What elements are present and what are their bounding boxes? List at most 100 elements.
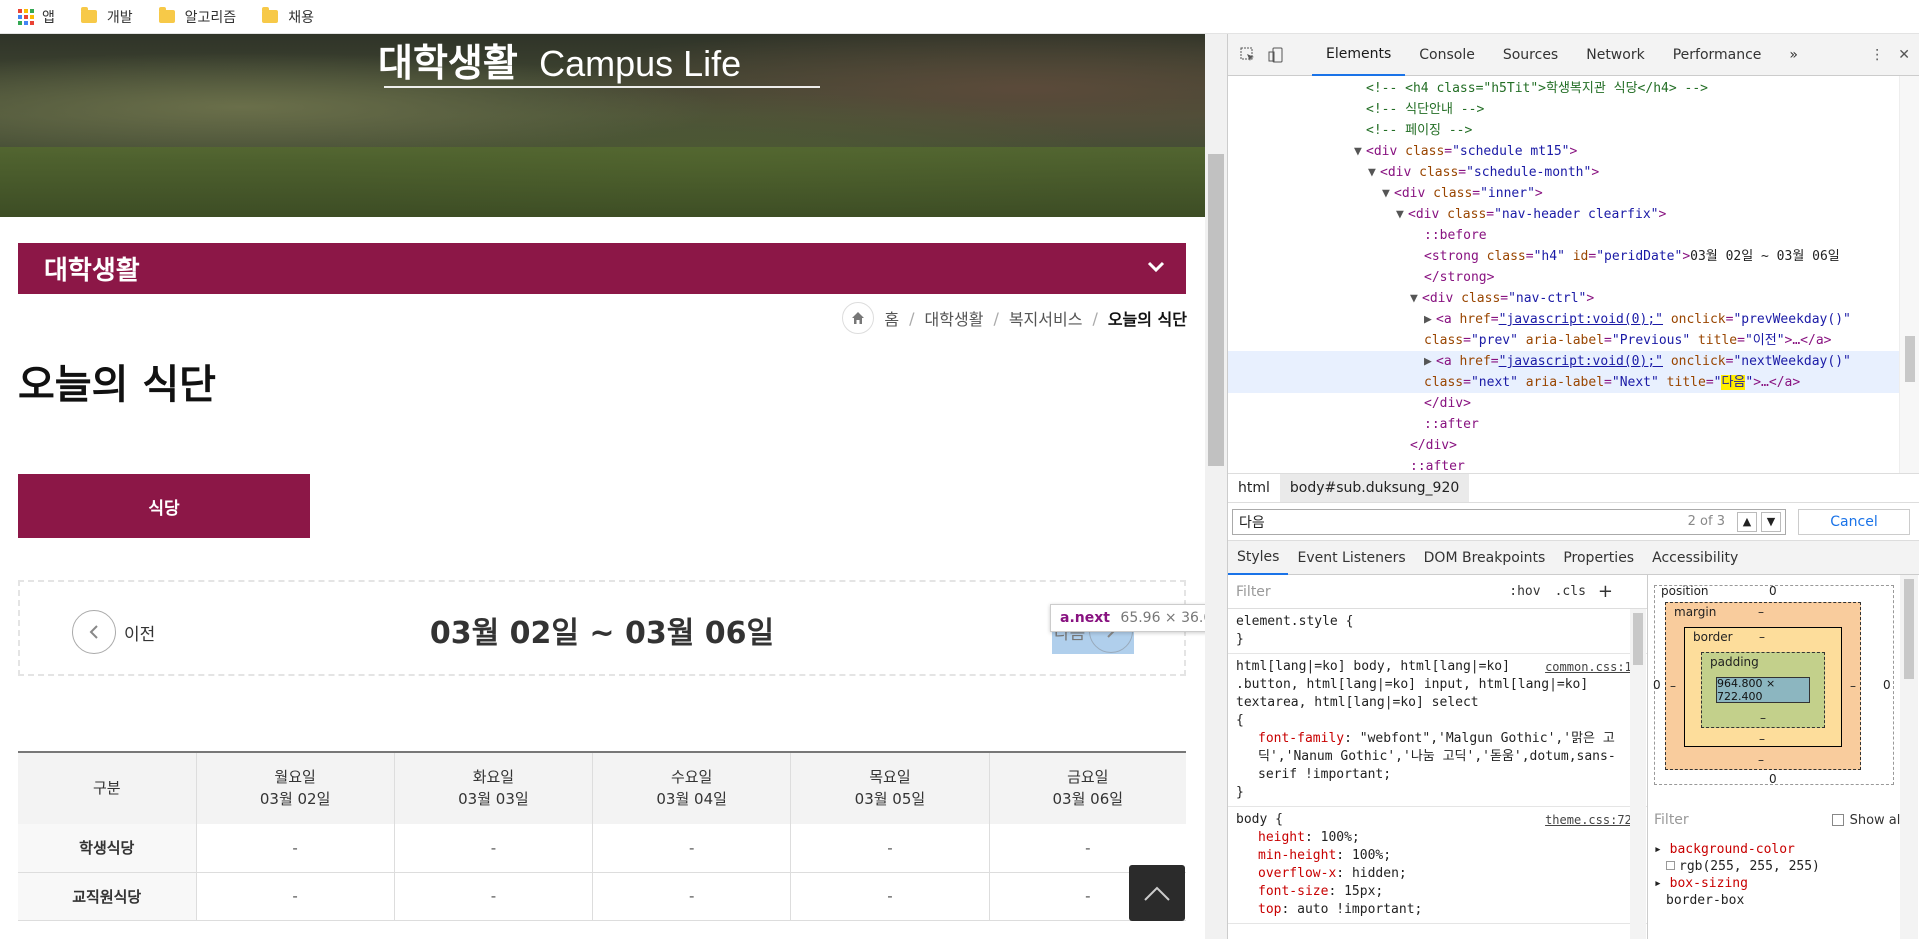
style-property[interactable]: font-size: 15px; — [1236, 883, 1639, 901]
rule-source-link[interactable]: common.css:15 — [1545, 658, 1639, 676]
breadcrumb-campus-life[interactable]: 대학생활 — [925, 306, 984, 330]
find-bar: 다음 2 of 3 ▲ ▼ Cancel — [1228, 503, 1919, 541]
style-property[interactable]: overflow-x: hidden; — [1236, 865, 1639, 883]
box-padding[interactable]: padding – 964.800 × 722.400 — [1701, 652, 1825, 728]
style-property[interactable]: height: 100%; — [1236, 829, 1639, 847]
cls-toggle[interactable]: .cls — [1555, 584, 1586, 599]
style-rule-element[interactable]: element.style { } — [1228, 609, 1647, 654]
box-position-label: position — [1661, 584, 1709, 598]
box-margin[interactable]: margin – – – – border – – padding – 964.… — [1665, 602, 1861, 770]
scroll-to-top-button[interactable] — [1129, 865, 1185, 921]
tab-console[interactable]: Console — [1405, 34, 1489, 76]
dom-node-selected[interactable]: ▶ <a href="javascript:void(0);" onclick="… — [1228, 351, 1900, 372]
tab-dom-breakpoints[interactable]: DOM Breakpoints — [1415, 541, 1555, 575]
header-date: 03월 02일 — [259, 789, 331, 808]
devtools-toolbar: Elements Console Sources Network Perform… — [1228, 34, 1919, 76]
dom-node[interactable]: </div> — [1228, 393, 1900, 414]
breadcrumb-current: 오늘의 식단 — [1107, 310, 1187, 329]
close-icon[interactable]: ✕ — [1898, 47, 1910, 63]
computed-scrollbar-thumb[interactable] — [1904, 579, 1914, 679]
dom-node[interactable]: ::after — [1228, 456, 1900, 473]
add-rule-icon[interactable]: + — [1598, 581, 1613, 602]
dom-node[interactable]: ▼ <div class="nav-header clearfix"> — [1228, 204, 1900, 225]
dom-node[interactable]: <strong class="h4" id="peridDate">03월 02… — [1228, 246, 1900, 267]
tab-elements[interactable]: Elements — [1312, 34, 1406, 76]
find-input[interactable]: 다음 2 of 3 ▲ ▼ — [1232, 508, 1786, 535]
computed-property[interactable]: ▸ background-color rgb(255, 255, 255) — [1654, 841, 1820, 875]
property-name: font-family — [1258, 731, 1345, 746]
inspect-cursor-icon[interactable] — [1238, 45, 1258, 65]
dom-node[interactable]: ::before — [1228, 225, 1900, 246]
tab-network[interactable]: Network — [1572, 34, 1658, 76]
kebab-menu-icon[interactable]: ⋮ — [1870, 47, 1884, 63]
dom-tree[interactable]: <!-- <h4 class="h5Tit">학생복지관 식당</h4> -->… — [1228, 76, 1900, 473]
dom-node[interactable]: ::after — [1228, 414, 1900, 435]
tab-restaurant[interactable]: 식당 — [18, 474, 310, 538]
dom-node[interactable]: <!-- 페이징 --> — [1228, 120, 1900, 141]
styles-scrollbar-thumb[interactable] — [1633, 613, 1643, 665]
style-property[interactable]: font-family: "webfont",'Malgun Gothic','… — [1236, 730, 1639, 784]
section-title: 대학생활 — [44, 256, 140, 286]
rule-source-link[interactable]: theme.css:724 — [1545, 811, 1639, 829]
dom-node[interactable]: ▼ <div class="schedule-month"> — [1228, 162, 1900, 183]
style-property[interactable]: top: auto !important; — [1236, 901, 1639, 919]
hero-title-ko: 대학생활 — [378, 41, 518, 85]
dom-node[interactable]: ▼ <div class="inner"> — [1228, 183, 1900, 204]
tab-sources[interactable]: Sources — [1489, 34, 1572, 76]
tab-event-listeners[interactable]: Event Listeners — [1288, 541, 1414, 575]
breadcrumb-home[interactable]: 홈 — [884, 306, 899, 330]
tab-accessibility[interactable]: Accessibility — [1643, 541, 1747, 575]
dom-scrollbar-thumb[interactable] — [1905, 336, 1915, 382]
bookmark-folder-algorithm[interactable]: 알고리즘 — [158, 7, 236, 27]
page-scrollbar-thumb[interactable] — [1208, 154, 1224, 466]
row-header: 학생식당 — [18, 824, 197, 873]
rule-close: } — [1236, 785, 1244, 800]
dom-node[interactable]: ▼ <div class="nav-ctrl"> — [1228, 288, 1900, 309]
table-row: 학생식당 - - - - - — [18, 824, 1186, 873]
styles-subtabs: Styles Event Listeners DOM Breakpoints P… — [1228, 541, 1919, 575]
table-cell: - — [790, 872, 990, 921]
tab-performance[interactable]: Performance — [1659, 34, 1776, 76]
dom-node[interactable]: </strong> — [1228, 267, 1900, 288]
section-dropdown[interactable]: 대학생활 — [18, 243, 1186, 294]
dom-node-selected[interactable]: class="next" aria-label="Next" title="다음… — [1228, 372, 1900, 393]
crumb-html[interactable]: html — [1228, 474, 1280, 502]
computed-filter[interactable]: Filter Show all — [1654, 807, 1904, 833]
find-next-button[interactable]: ▼ — [1761, 511, 1781, 532]
breadcrumb-welfare[interactable]: 복지서비스 — [1009, 306, 1083, 330]
tab-properties[interactable]: Properties — [1554, 541, 1643, 575]
device-toggle-icon[interactable] — [1266, 45, 1286, 65]
more-tabs-icon[interactable]: » — [1775, 34, 1812, 76]
bookmark-folder-dev[interactable]: 개발 — [80, 7, 133, 27]
crumb-body[interactable]: body#sub.duksung_920 — [1279, 474, 1470, 502]
computed-scrollbar[interactable] — [1900, 575, 1918, 939]
find-previous-button[interactable]: ▲ — [1737, 511, 1757, 532]
styles-filter[interactable]: Filter :hov .cls + — [1228, 575, 1647, 609]
show-all-checkbox[interactable]: Show all — [1831, 813, 1904, 828]
style-property[interactable]: min-height: 100%; — [1236, 847, 1639, 865]
bookmark-apps[interactable]: 앱 — [18, 7, 55, 27]
dom-node[interactable]: class="prev" aria-label="Previous" title… — [1228, 330, 1900, 351]
style-rule-body[interactable]: theme.css:724 body { height: 100%; min-h… — [1228, 807, 1647, 924]
bookmark-folder-jobs[interactable]: 채용 — [262, 7, 314, 27]
box-border[interactable]: border – – padding – 964.800 × 722.400 — [1684, 627, 1842, 747]
dom-node[interactable]: ▶ <a href="javascript:void(0);" onclick="… — [1228, 309, 1900, 330]
cancel-button[interactable]: Cancel — [1798, 508, 1910, 535]
computed-property-value: rgb(255, 255, 255) — [1679, 859, 1820, 874]
style-rule-common[interactable]: common.css:15 html[lang|=ko] body, html[… — [1228, 654, 1647, 807]
computed-property[interactable]: ▸ box-sizing border-box — [1654, 875, 1748, 909]
prev-week-button[interactable]: 이전 — [72, 610, 155, 654]
table-row: 교직원식당 - - - - - — [18, 872, 1186, 921]
dom-node[interactable]: <!-- <h4 class="h5Tit">학생복지관 식당</h4> --> — [1228, 78, 1900, 99]
dom-node[interactable]: <!-- 식단안내 --> — [1228, 99, 1900, 120]
tab-styles[interactable]: Styles — [1228, 541, 1289, 575]
styles-scrollbar[interactable] — [1630, 609, 1646, 939]
page-scrollbar[interactable] — [1205, 34, 1227, 939]
dom-node[interactable]: ▼ <div class="schedule mt15"> — [1228, 141, 1900, 162]
property-value: 100%; — [1320, 830, 1360, 845]
dom-scrollbar[interactable] — [1899, 76, 1919, 473]
hov-toggle[interactable]: :hov — [1509, 584, 1540, 599]
home-icon[interactable] — [842, 302, 875, 334]
box-content[interactable]: 964.800 × 722.400 — [1716, 677, 1810, 703]
dom-node[interactable]: </div> — [1228, 435, 1900, 456]
